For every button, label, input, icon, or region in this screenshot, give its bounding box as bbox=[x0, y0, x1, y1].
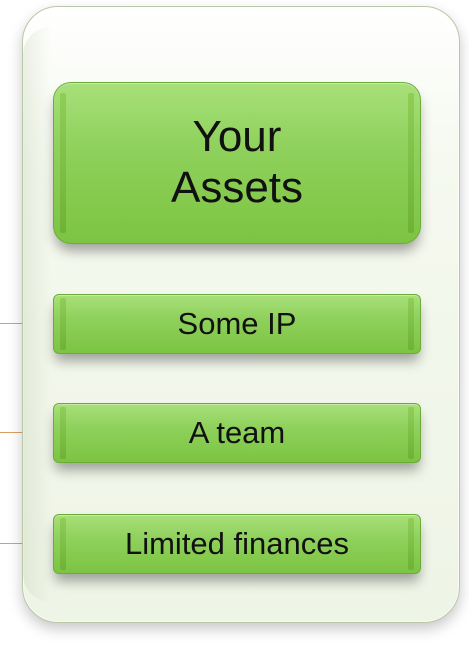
title-box-left-bar bbox=[60, 92, 66, 234]
asset-item-label: Some IP bbox=[177, 306, 297, 341]
item-left-bar bbox=[60, 298, 66, 350]
asset-item-a-team: A team bbox=[53, 403, 421, 463]
asset-item-limited-finances: Limited finances bbox=[53, 514, 421, 574]
item-right-bar bbox=[408, 407, 414, 459]
item-left-bar bbox=[60, 407, 66, 459]
assets-title: Your Assets bbox=[170, 112, 304, 212]
diagram-canvas: Your Assets Some IP A team Limited finan… bbox=[0, 0, 469, 645]
item-right-bar bbox=[408, 518, 414, 570]
assets-title-box: Your Assets bbox=[53, 82, 421, 244]
title-box-right-bar bbox=[408, 92, 414, 234]
item-left-bar bbox=[60, 518, 66, 570]
asset-item-label: Limited finances bbox=[124, 526, 349, 561]
asset-item-some-ip: Some IP bbox=[53, 294, 421, 354]
asset-item-label: A team bbox=[188, 415, 286, 450]
item-right-bar bbox=[408, 298, 414, 350]
